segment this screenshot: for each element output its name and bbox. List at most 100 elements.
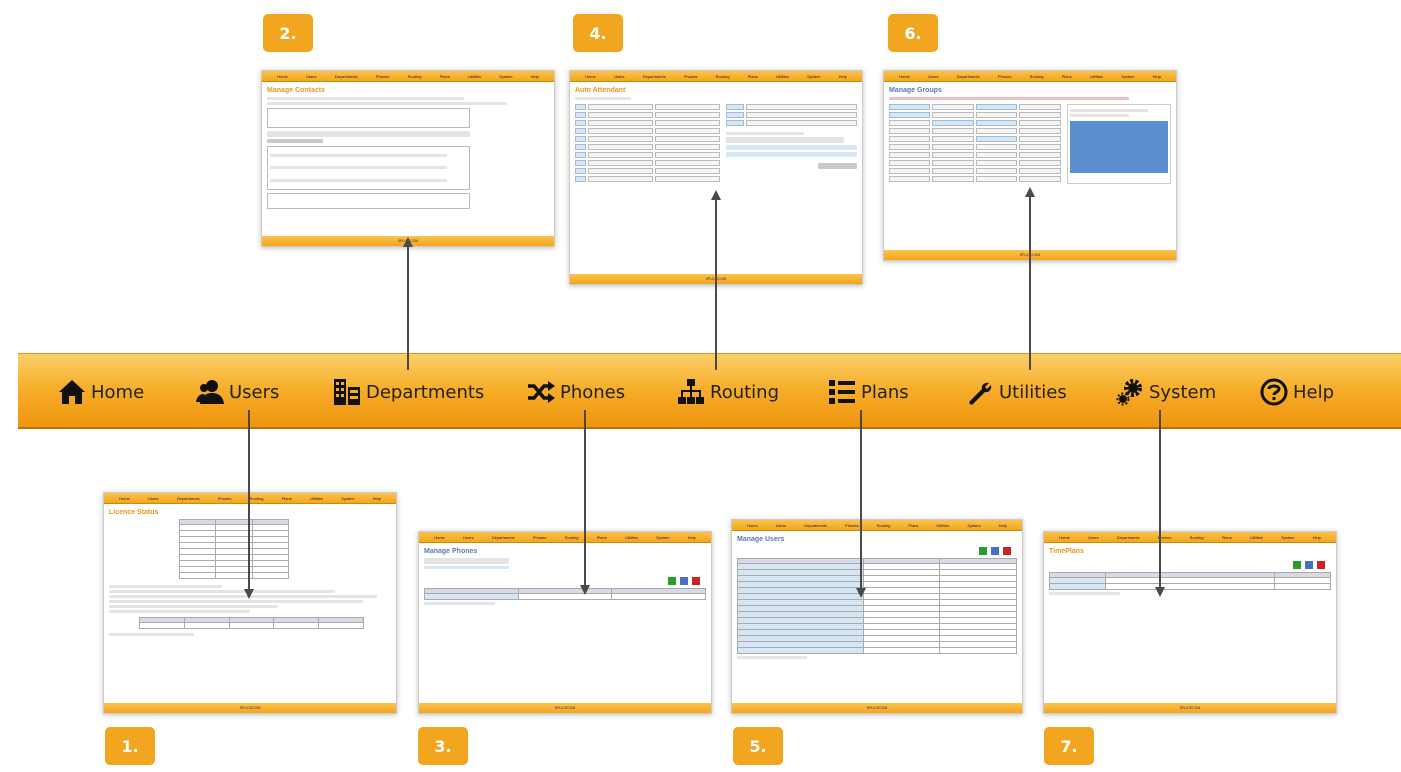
thumbnail-manage-groups: Home Users Departments Phones Routing Plans Ut… (883, 70, 1177, 261)
help-icon (1260, 378, 1288, 406)
mini-nav-item: Routing (1029, 73, 1044, 79)
step-badge-4: 4. (573, 14, 623, 52)
mini-nav-item: Help (998, 522, 1007, 528)
mini-nav-item: System (499, 73, 513, 79)
nav-label: Help (1293, 381, 1335, 403)
thumbnail-footer: SPLICECOM (884, 250, 1176, 260)
thumbnail-manage-contacts: Home Users Departments Phones Routing Plans Ut… (261, 70, 555, 247)
mini-nav-bar: Home Users Departments Phones Routing Plans Ut… (570, 71, 862, 82)
mini-nav-item: System (656, 534, 670, 540)
thumbnail-title: Manage Users (737, 536, 785, 543)
nav-home[interactable]: Home (57, 375, 144, 409)
mini-nav-item: Users (614, 73, 625, 79)
mini-nav-item: Phones (683, 73, 698, 79)
cogs-icon (1116, 379, 1142, 406)
mini-nav-item: Plans (596, 534, 607, 540)
mini-nav-item: Routing (715, 73, 730, 79)
thumbnail-title: Manage Phones (424, 548, 478, 555)
mini-nav-bar: Home Users Departments Phones Routing Plans Ut… (732, 520, 1022, 531)
mini-nav-item: Phones (532, 534, 547, 540)
nav-label: Routing (710, 381, 780, 403)
thumbnail-manage-users: Home Users Departments Phones Routing Plans Ut… (731, 519, 1023, 714)
mini-nav-item: Home (585, 73, 596, 79)
thumbnail-auto-attendant: Home Users Departments Phones Routing Plans Ut… (569, 70, 863, 285)
mini-nav-item: Plans (281, 495, 292, 501)
mini-nav-item: Plans (908, 522, 919, 528)
mini-nav-item: Users (928, 73, 939, 79)
thumbnail-footer: SPLICECOM (104, 703, 396, 713)
mini-nav-item: Plans (1061, 73, 1072, 79)
nav-help[interactable]: Help (1259, 375, 1334, 409)
mini-nav-item: Routing (249, 495, 264, 501)
thumbnail-title: Auto Attendant (575, 87, 626, 94)
mini-nav-item: Departments (334, 73, 358, 79)
mini-nav-item: Users (306, 73, 317, 79)
nav-label: System (1149, 381, 1217, 403)
step-badge-1: 1. (105, 727, 155, 765)
nav-label: Utilities (999, 381, 1067, 403)
step-badge-3: 3. (418, 727, 468, 765)
thumbnail-footer: SPLICECOM (262, 236, 554, 246)
mini-nav-item: System (967, 522, 981, 528)
step-badge-5: 5. (733, 727, 783, 765)
nav-utilities[interactable]: Utilities (965, 375, 1067, 409)
nav-label: Phones (560, 381, 626, 403)
mini-nav-item: Utilities (1249, 534, 1263, 540)
nav-phones[interactable]: Phones (526, 375, 625, 409)
mini-nav-item: Utilities (309, 495, 323, 501)
nav-label: Departments (366, 381, 485, 403)
mini-nav-item: Home (434, 534, 445, 540)
mini-nav-item: Users (775, 522, 787, 528)
mini-nav-item: Phones (997, 73, 1012, 79)
mini-nav-item: Plans (747, 73, 758, 79)
users-icon (196, 380, 224, 404)
departments-icon (334, 379, 360, 405)
mini-nav-item: Help (530, 73, 539, 79)
mini-nav-item: Routing (564, 534, 579, 540)
mini-nav-item: System (1121, 73, 1135, 79)
thumbnail-footer: SPLICECOM (732, 703, 1022, 713)
mini-nav-item: Departments (804, 522, 828, 528)
step-badge-6: 6. (888, 14, 938, 52)
mini-nav-item: Home (747, 522, 758, 528)
thumbnail-title: Manage Groups (889, 87, 942, 94)
nav-plans[interactable]: Plans (827, 375, 909, 409)
mini-nav-item: Routing (1189, 534, 1204, 540)
mini-nav-item: Help (838, 73, 847, 79)
mini-nav-item: Plans (1221, 534, 1232, 540)
mini-nav-item: Users (1088, 534, 1099, 540)
thumbnail-manage-phones: Home Users Departments Phones Routing Plans Ut… (418, 531, 712, 714)
mini-nav-item: System (807, 73, 821, 79)
mini-nav-item: Departments (956, 73, 980, 79)
thumbnail-footer: SPLICECOM (570, 274, 862, 284)
main-navigation-bar: Home Users Departments Phones Routing Pl… (18, 353, 1401, 429)
nav-users[interactable]: Users (195, 375, 279, 409)
step-badge-2: 2. (263, 14, 313, 52)
mini-nav-item: Help (1152, 73, 1161, 79)
mini-nav-item: Help (1312, 534, 1321, 540)
thumbnail-title: TimePlans (1049, 548, 1084, 555)
mini-nav-bar: Home Users Departments Phones Routing Plans Ut… (262, 71, 554, 82)
mini-nav-item: Routing (407, 73, 422, 79)
mini-nav-bar: Home Users Departments Phones Routing Plans Ut… (1044, 532, 1336, 543)
thumbnail-licence-status: Home Users Departments Phones Routing Plans Ut… (103, 492, 397, 714)
nav-system[interactable]: System (1115, 375, 1216, 409)
home-icon (59, 380, 85, 404)
thumbnail-title: Licence Status (109, 509, 159, 516)
nav-departments[interactable]: Departments (332, 375, 484, 409)
mini-nav-item: Help (372, 495, 381, 501)
mini-nav-item: Home (1059, 534, 1070, 540)
mini-nav-item: Users (148, 495, 159, 501)
mini-nav-item: System (341, 495, 355, 501)
thumbnail-timeplans: Home Users Departments Phones Routing Plans Ut… (1043, 531, 1337, 714)
mini-nav-item: Utilities (775, 73, 789, 79)
nav-routing[interactable]: Routing (676, 375, 779, 409)
sitemap-icon (678, 379, 704, 404)
thumbnail-title: Manage Contacts (267, 87, 325, 94)
mini-nav-item: Help (687, 534, 696, 540)
mini-nav-item: Home (277, 73, 288, 79)
mini-nav-item: Routing (876, 522, 891, 528)
mini-nav-item: Phones (217, 495, 232, 501)
mini-nav-bar: Home Users Departments Phones Routing Plans Ut… (419, 532, 711, 543)
mini-nav-item: Departments (1116, 534, 1140, 540)
